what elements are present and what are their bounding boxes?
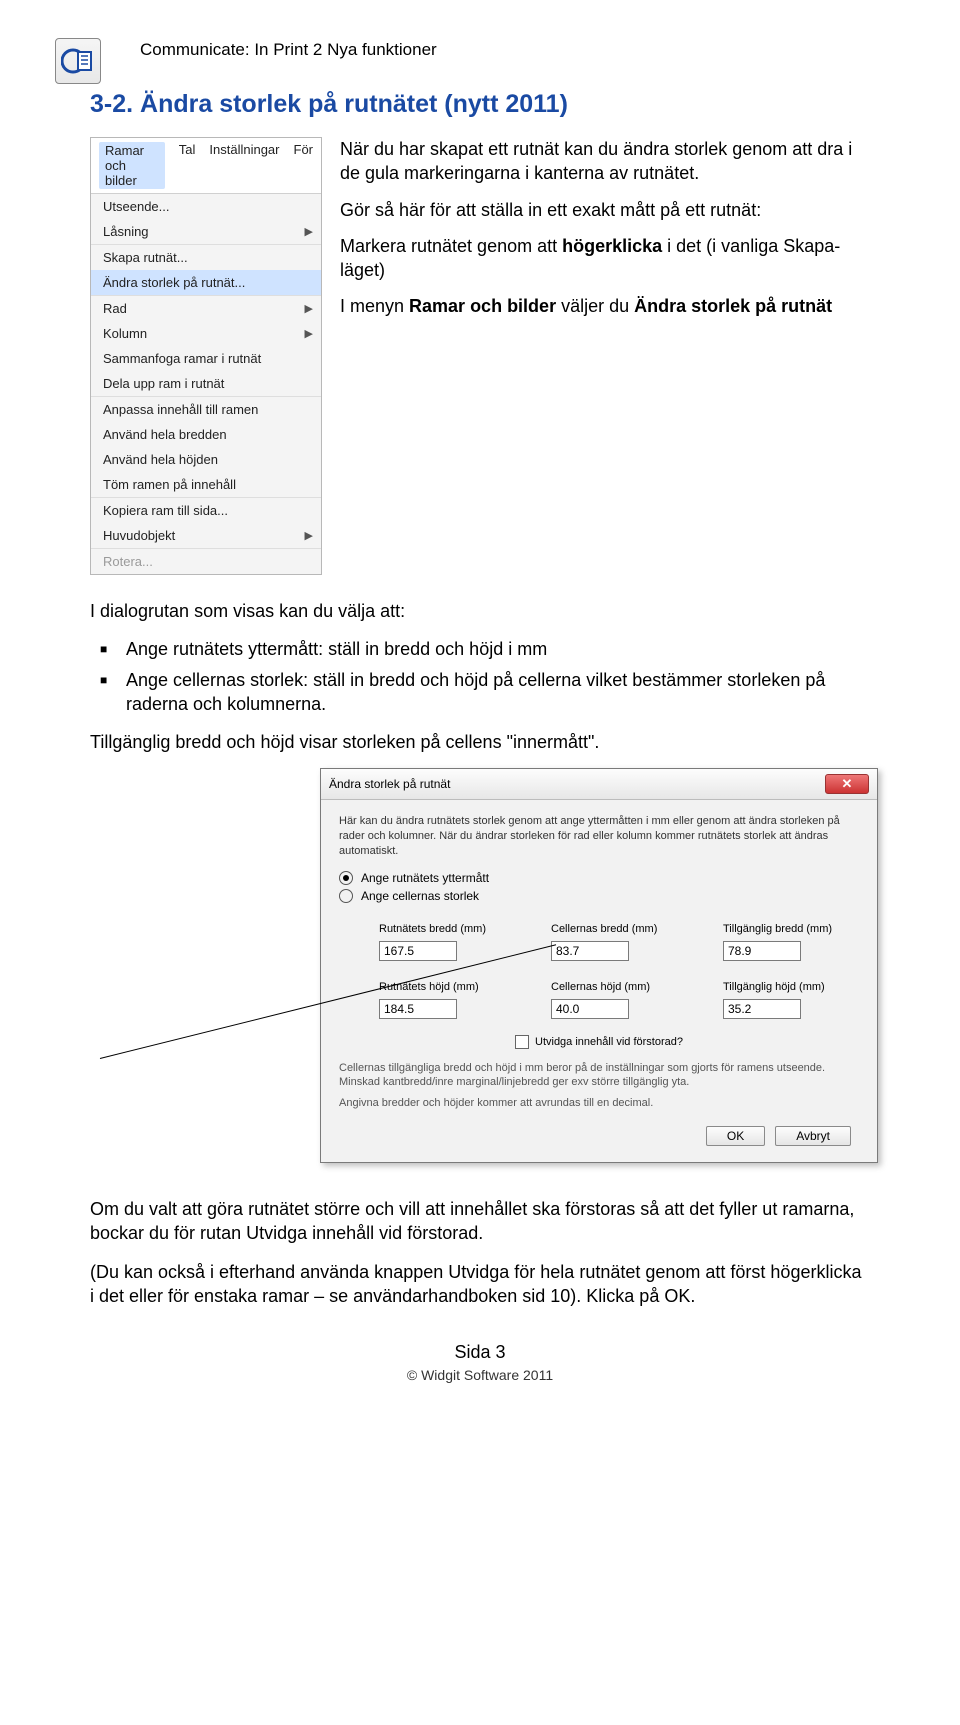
menu-item-highlight: Ändra storlek på rutnät... xyxy=(91,270,321,296)
field-value: 78.9 xyxy=(723,941,801,961)
menu-item-disabled: Rotera... xyxy=(91,549,321,574)
body-paragraph: Tillgänglig bredd och höjd visar storlek… xyxy=(90,730,870,754)
field-value: 83.7 xyxy=(551,941,629,961)
field-label: Cellernas höjd (mm) xyxy=(551,981,687,993)
menubar-item-tal: Tal xyxy=(179,142,196,189)
list-item: Ange rutnätets yttermått: ställ in bredd… xyxy=(126,637,870,661)
intro-paragraph: När du har skapat ett rutnät kan du ändr… xyxy=(340,137,870,186)
intro-paragraph: Markera rutnätet genom att högerklicka i… xyxy=(340,234,870,283)
page-number: Sida 3 xyxy=(454,1342,505,1362)
dialog-note: Cellernas tillgängliga bredd och höjd i … xyxy=(339,1061,859,1090)
intro-paragraph: Gör så här för att ställa in ett exakt m… xyxy=(340,198,870,222)
radio-option: Ange cellernas storlek xyxy=(339,889,859,903)
field-label: Tillgänglig höjd (mm) xyxy=(723,981,859,993)
field-value: 184.5 xyxy=(379,999,457,1019)
menu-item: Utseende... xyxy=(91,194,321,219)
chevron-right-icon: ▶ xyxy=(305,327,313,340)
menu-item: Töm ramen på innehåll xyxy=(91,472,321,498)
menubar-item-for: För xyxy=(294,142,314,189)
after-paragraph: Om du valt att göra rutnätet större och … xyxy=(90,1197,870,1246)
dialog-screenshot: Ändra storlek på rutnät ✕ Här kan du änd… xyxy=(320,768,878,1162)
chevron-right-icon: ▶ xyxy=(305,225,313,238)
menu-item: Kopiera ram till sida... xyxy=(91,498,321,523)
chevron-right-icon: ▶ xyxy=(305,302,313,315)
intro-paragraph: I menyn Ramar och bilder väljer du Ändra… xyxy=(340,294,870,318)
menu-item: Kolumn▶ xyxy=(91,321,321,346)
menubar-item-installningar: Inställningar xyxy=(209,142,279,189)
doc-header: Communicate: In Print 2 Nya funktioner xyxy=(140,40,870,60)
menu-item: Huvudobjekt▶ xyxy=(91,523,321,549)
menu-item: Använd hela höjden xyxy=(91,447,321,472)
radio-option: Ange rutnätets yttermått xyxy=(339,871,859,885)
ok-button: OK xyxy=(706,1126,765,1146)
context-menu-screenshot: Ramar och bilder Tal Inställningar För U… xyxy=(90,137,322,575)
menu-item: Använd hela bredden xyxy=(91,422,321,447)
copyright: © Widgit Software 2011 xyxy=(90,1367,870,1383)
list-item: Ange cellernas storlek: ställ in bredd o… xyxy=(126,668,870,717)
menu-item: Anpassa innehåll till ramen xyxy=(91,397,321,422)
menu-item: Dela upp ram i rutnät xyxy=(91,371,321,397)
field-value: 40.0 xyxy=(551,999,629,1019)
checkbox-row: Utvidga innehåll vid förstorad? xyxy=(339,1035,859,1049)
app-logo xyxy=(55,38,101,84)
dialog-note: Angivna bredder och höjder kommer att av… xyxy=(339,1096,859,1110)
field-value: 35.2 xyxy=(723,999,801,1019)
menu-item: Skapa rutnät... xyxy=(91,245,321,270)
field-value: 167.5 xyxy=(379,941,457,961)
field-label: Tillgänglig bredd (mm) xyxy=(723,923,859,935)
chevron-right-icon: ▶ xyxy=(305,529,313,542)
menu-item: Låsning▶ xyxy=(91,219,321,245)
cancel-button: Avbryt xyxy=(775,1126,851,1146)
section-title: 3-2. Ändra storlek på rutnätet (nytt 201… xyxy=(90,90,870,119)
field-label: Cellernas bredd (mm) xyxy=(551,923,687,935)
dialog-intro: Här kan du ändra rutnätets storlek genom… xyxy=(339,814,859,859)
checkbox-icon xyxy=(515,1035,529,1049)
menu-item: Rad▶ xyxy=(91,296,321,321)
field-label: Rutnätets bredd (mm) xyxy=(379,923,515,935)
close-icon: ✕ xyxy=(825,774,869,794)
menu-item: Sammanfoga ramar i rutnät xyxy=(91,346,321,371)
body-paragraph: I dialogrutan som visas kan du välja att… xyxy=(90,599,870,623)
radio-icon xyxy=(339,871,353,885)
radio-icon xyxy=(339,889,353,903)
after-paragraph: (Du kan också i efterhand använda knappe… xyxy=(90,1260,870,1309)
menubar-item-ramar: Ramar och bilder xyxy=(99,142,165,189)
dialog-title: Ändra storlek på rutnät xyxy=(329,777,450,791)
